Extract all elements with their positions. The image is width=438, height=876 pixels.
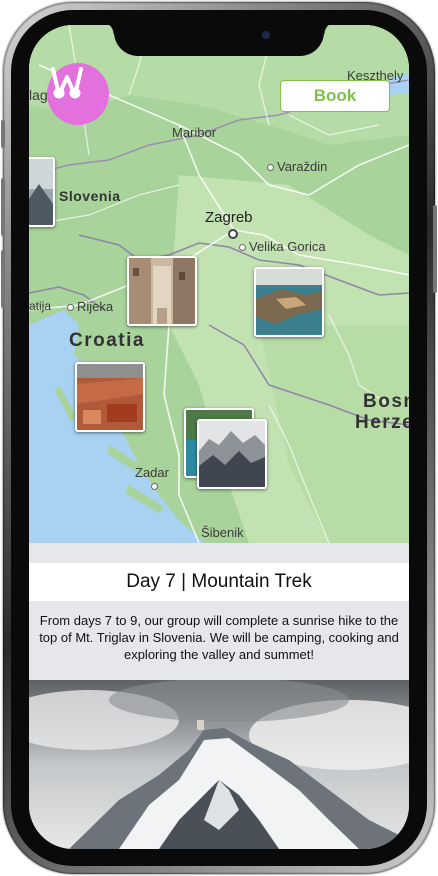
rock-ridge-photo-thumb — [199, 421, 265, 487]
photo-pin-old-town[interactable] — [127, 256, 197, 326]
book-button[interactable]: Book — [280, 80, 390, 112]
old-town-photo-thumb — [129, 258, 195, 324]
stage: Keszthely lag Maribor Varaždin Slovenia … — [0, 0, 438, 876]
photo-pin-rooftops[interactable] — [75, 362, 145, 432]
photo-pin-rock-ridge[interactable] — [197, 419, 267, 489]
map-label-maribor: Maribor — [172, 125, 217, 140]
trip-map[interactable]: Keszthely lag Maribor Varaždin Slovenia … — [29, 25, 409, 543]
zadar-marker — [151, 483, 158, 490]
map-dot — [67, 304, 74, 312]
camera-icon — [262, 31, 270, 39]
itinerary-title: Day 7 | Mountain Trek — [126, 571, 312, 592]
map-label-atija: atija — [29, 299, 52, 313]
mountain-photo-thumb — [29, 159, 53, 225]
mute-switch — [1, 120, 5, 148]
map-label-slovenia: Slovenia — [59, 188, 121, 204]
screen: Keszthely lag Maribor Varaždin Slovenia … — [29, 25, 409, 849]
itinerary-title-bar: Day 7 | Mountain Trek — [29, 563, 409, 601]
photo-pin-coast[interactable] — [254, 267, 324, 337]
volume-up-button — [1, 178, 5, 236]
volume-down-button — [1, 250, 5, 308]
map-label-herzegovina: Herze — [355, 412, 409, 433]
w-logo-icon — [51, 67, 83, 99]
zagreb-marker — [228, 229, 238, 239]
map-label-bosnia: Bosn — [363, 391, 409, 412]
itinerary-description: From days 7 to 9, our group will complet… — [39, 613, 399, 662]
map-label-klag: lag — [29, 87, 48, 103]
map-label-zadar: Zadar — [135, 465, 169, 480]
map-label-varazdin: Varaždin — [267, 159, 327, 174]
map-dot — [267, 164, 274, 172]
power-button — [433, 205, 437, 293]
coast-photo-thumb — [256, 269, 322, 335]
map-label-velika-gorica: Velika Gorica — [239, 239, 326, 254]
map-label-zagreb: Zagreb — [205, 209, 253, 226]
mountain-summit-photo — [29, 680, 409, 849]
map-label-croatia: Croatia — [69, 330, 145, 351]
map-label-sibenik: Šibenik — [201, 525, 244, 540]
rooftops-photo-thumb — [77, 364, 143, 430]
map-dot — [239, 244, 246, 252]
map-label-text: Varaždin — [277, 159, 328, 174]
notch — [102, 22, 336, 56]
map-label-rijeka: Rijeka — [67, 299, 113, 314]
mountain-hero-image — [29, 680, 409, 849]
photo-pin-slovenia-mountain[interactable] — [29, 157, 55, 227]
map-label-text: Rijeka — [77, 299, 114, 314]
app-logo[interactable] — [47, 63, 109, 125]
map-label-text: Velika Gorica — [249, 239, 326, 254]
